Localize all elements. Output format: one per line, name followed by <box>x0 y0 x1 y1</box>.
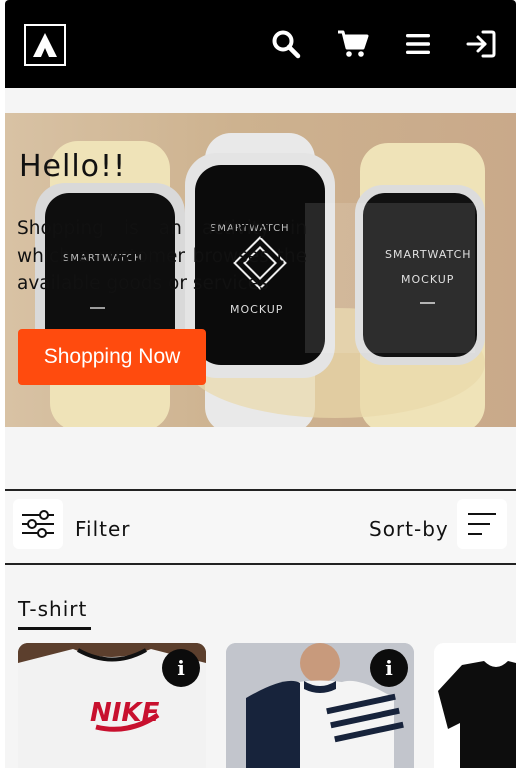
filter-sort-bar: Filter Sort-by <box>5 489 516 565</box>
sort-by-label[interactable]: Sort-by <box>369 517 449 541</box>
mockup-center-label: MOCKUP <box>230 303 283 316</box>
hero-banner: SMARTWATCH MOCKUP MOCKUP SMARTWATCH SMAR… <box>5 113 516 427</box>
product-card[interactable]: i <box>226 643 414 768</box>
info-icon[interactable]: i <box>162 649 200 687</box>
category-title[interactable]: T-shirt <box>18 597 87 621</box>
app-frame: SMARTWATCH MOCKUP MOCKUP SMARTWATCH SMAR… <box>5 0 516 768</box>
product-card[interactable]: NIKE i <box>18 643 206 768</box>
product-card[interactable] <box>434 643 516 768</box>
menu-icon[interactable] <box>400 26 436 62</box>
top-navigation-bar <box>5 0 516 88</box>
nike-brand-text: NIKE <box>90 698 160 728</box>
filter-sliders-icon[interactable] <box>13 499 63 549</box>
login-icon[interactable] <box>463 26 499 62</box>
sort-icon[interactable] <box>457 499 507 549</box>
category-underline <box>18 627 91 630</box>
filter-label[interactable]: Filter <box>75 517 131 541</box>
black-tshirt-image <box>434 643 516 768</box>
hero-description: Shopping is an activity in which a custo… <box>17 218 307 294</box>
a-logo-icon[interactable] <box>24 24 66 66</box>
info-icon[interactable]: i <box>370 649 408 687</box>
search-icon[interactable] <box>268 26 304 62</box>
shopping-now-button[interactable]: Shopping Now <box>18 329 206 385</box>
hero-title: Hello!! <box>19 149 127 184</box>
cart-icon[interactable] <box>335 26 371 62</box>
